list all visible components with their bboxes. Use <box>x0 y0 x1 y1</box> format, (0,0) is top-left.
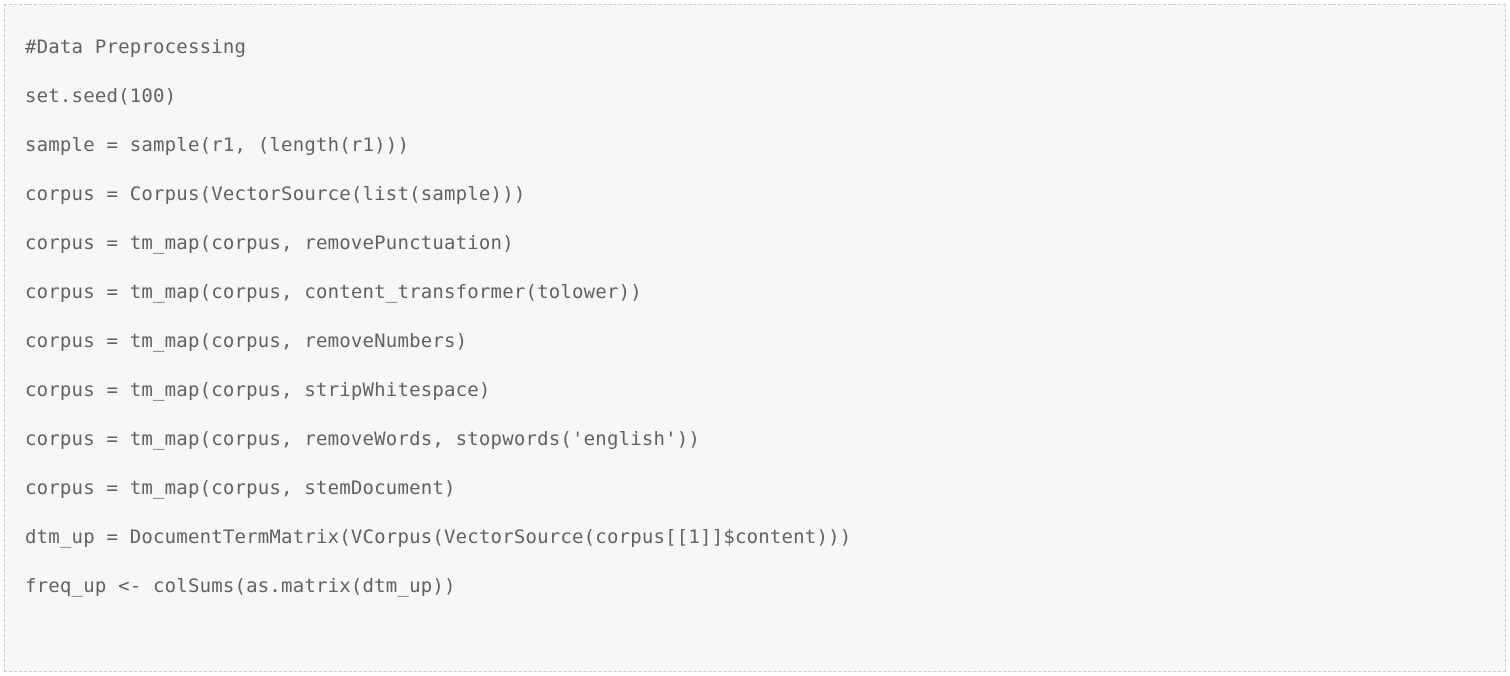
code-line: #Data Preprocessing <box>25 23 1485 72</box>
code-line: corpus = Corpus(VectorSource(list(sample… <box>25 170 1485 219</box>
code-line: corpus = tm_map(corpus, removePunctuatio… <box>25 219 1485 268</box>
code-line: sample = sample(r1, (length(r1))) <box>25 121 1485 170</box>
code-line: corpus = tm_map(corpus, removeNumbers) <box>25 317 1485 366</box>
code-line: freq_up <- colSums(as.matrix(dtm_up)) <box>25 562 1485 611</box>
code-line: corpus = tm_map(corpus, removeWords, sto… <box>25 415 1485 464</box>
code-line: dtm_up = DocumentTermMatrix(VCorpus(Vect… <box>25 513 1485 562</box>
code-line: set.seed(100) <box>25 72 1485 121</box>
code-line: corpus = tm_map(corpus, stripWhitespace) <box>25 366 1485 415</box>
code-block: #Data Preprocessing set.seed(100) sample… <box>4 4 1506 672</box>
code-line: corpus = tm_map(corpus, content_transfor… <box>25 268 1485 317</box>
code-line: corpus = tm_map(corpus, stemDocument) <box>25 464 1485 513</box>
